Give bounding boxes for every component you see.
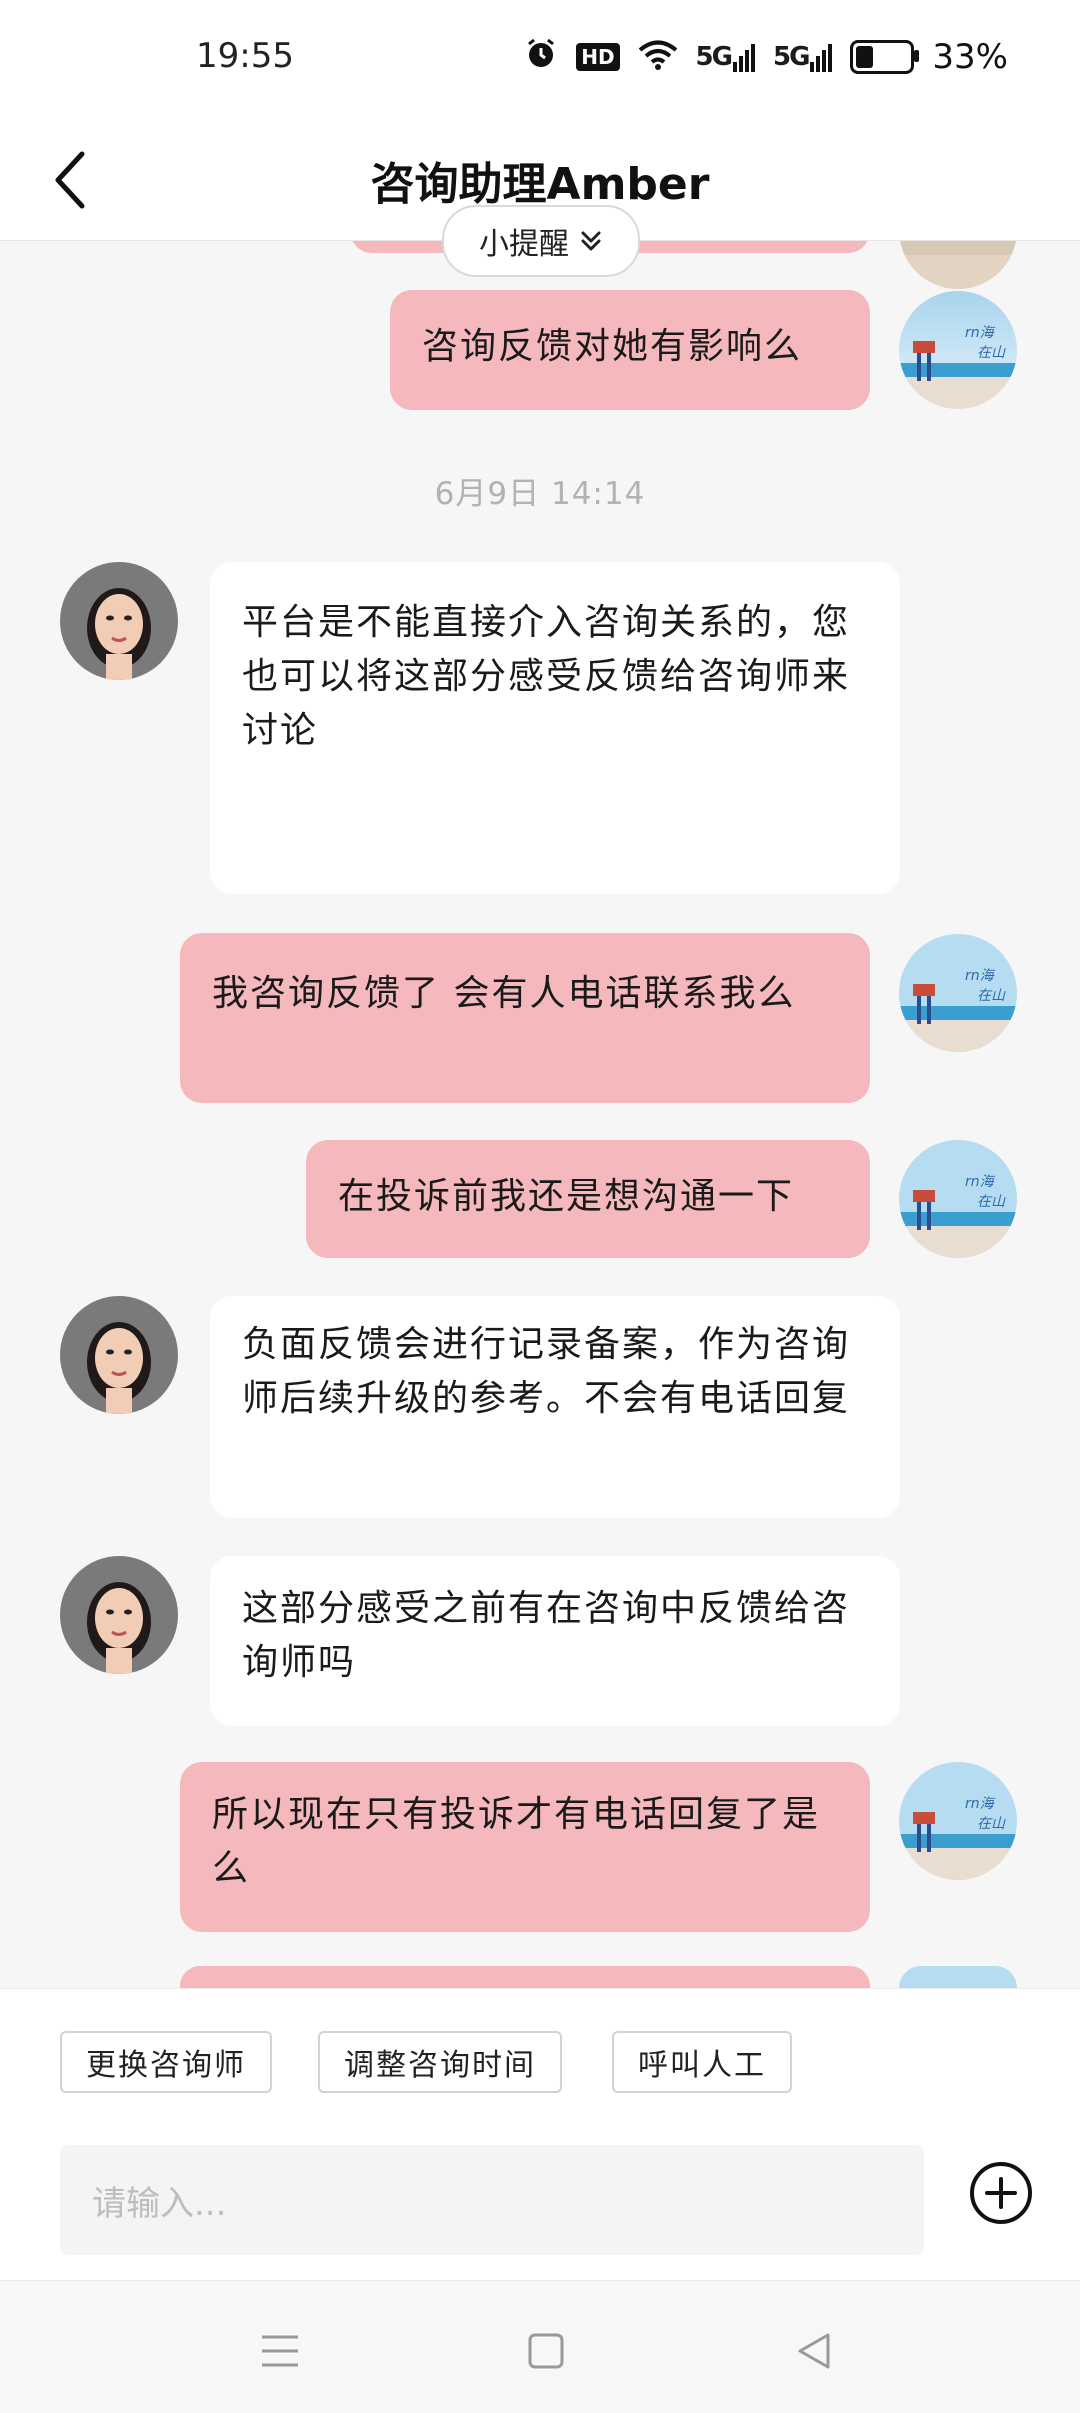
quick-action-change-counselor[interactable]: 更换咨询师 xyxy=(60,2031,272,2093)
svg-text:在山: 在山 xyxy=(977,1194,1006,1210)
message-text: 负面反馈会进行记录备案，作为咨询师后续升级的参考。不会有电话回复 xyxy=(242,1324,851,1419)
quick-action-adjust-time[interactable]: 调整咨询时间 xyxy=(318,2031,562,2093)
nav-menu-button[interactable] xyxy=(250,2321,310,2381)
message-bubble: 负面反馈会进行记录备案，作为咨询师后续升级的参考。不会有电话回复 xyxy=(210,1296,900,1518)
status-icons: HD 5G 5G 33% xyxy=(524,36,1008,78)
alarm-icon xyxy=(524,36,558,78)
assistant-avatar[interactable] xyxy=(60,1556,178,1674)
nav-back-button[interactable] xyxy=(784,2321,844,2381)
svg-text:在山: 在山 xyxy=(977,1816,1006,1832)
add-attachment-button[interactable] xyxy=(970,2162,1032,2224)
message-text: 在投诉前我还是想沟通一下 xyxy=(338,1176,795,1217)
reminder-label: 小提醒 xyxy=(479,227,569,262)
battery-percent: 33% xyxy=(932,37,1008,77)
status-bar: 19:55 HD 5G 5G 33% xyxy=(0,0,1080,120)
svg-text:rn海: rn海 xyxy=(965,325,996,341)
home-square-icon xyxy=(528,2333,564,2369)
back-triangle-icon xyxy=(798,2333,830,2369)
hd-icon: HD xyxy=(576,43,620,71)
svg-text:rn海: rn海 xyxy=(965,1174,996,1190)
message-bubble: 所以现在只有投诉才有电话回复了是么 xyxy=(180,1762,870,1932)
system-nav-bar xyxy=(0,2280,1080,2413)
signal-1-label: 5G xyxy=(695,42,733,72)
message-bubble: 在投诉前我还是想沟通一下 xyxy=(306,1140,870,1258)
message-text: 咨询反馈对她有影响么 xyxy=(422,326,803,367)
status-time: 19:55 xyxy=(196,36,294,76)
my-avatar[interactable]: rn海在山 xyxy=(899,934,1017,1052)
svg-text:rn海: rn海 xyxy=(965,968,996,984)
message-text: 我咨询反馈了 会有人电话联系我么 xyxy=(212,973,796,1014)
message-bubble: 咨询反馈对她有影响么 xyxy=(390,290,870,410)
my-avatar[interactable]: rn海在山 xyxy=(899,1140,1017,1258)
page-title: 咨询助理Amber xyxy=(370,159,710,210)
my-avatar-partial[interactable] xyxy=(899,1966,1017,1988)
composer-panel: 更换咨询师 调整咨询时间 呼叫人工 请输入... xyxy=(0,1988,1080,2281)
my-avatar[interactable]: rn海在山 xyxy=(899,291,1017,409)
message-bubble: 我咨询反馈了 会有人电话联系我么 xyxy=(180,933,870,1103)
reminder-button[interactable]: 小提醒 xyxy=(442,205,640,277)
assistant-avatar[interactable] xyxy=(60,562,178,680)
message-bubble: 平台是不能直接介入咨询关系的，您也可以将这部分感受反馈给咨询师来讨论 xyxy=(210,562,900,894)
svg-text:在山: 在山 xyxy=(977,988,1006,1004)
message-text: 所以现在只有投诉才有电话回复了是么 xyxy=(212,1794,821,1889)
signal-2-label: 5G xyxy=(772,42,810,72)
svg-text:在山: 在山 xyxy=(977,345,1006,361)
message-input[interactable]: 请输入... xyxy=(60,2145,924,2255)
signal-icon-1: 5G xyxy=(696,42,755,72)
my-avatar-partial[interactable] xyxy=(899,241,1017,289)
plus-icon xyxy=(985,2177,1017,2209)
chevron-double-down-icon xyxy=(581,231,601,251)
svg-text:rn海: rn海 xyxy=(965,1796,996,1812)
message-text: 这部分感受之前有在咨询中反馈给咨询师吗 xyxy=(242,1588,851,1683)
signal-icon-2: 5G xyxy=(772,42,833,72)
timestamp: 6月9日 14:14 xyxy=(434,476,646,512)
message-bubble: 这部分感受之前有在咨询中反馈给咨询师吗 xyxy=(210,1556,900,1726)
battery-icon xyxy=(850,40,920,74)
battery-fill xyxy=(856,46,874,68)
message-text: 平台是不能直接介入咨询关系的，您也可以将这部分感受反馈给咨询师来讨论 xyxy=(242,602,851,751)
assistant-avatar[interactable] xyxy=(60,1296,178,1414)
wifi-icon xyxy=(638,39,678,75)
my-avatar[interactable]: rn海在山 xyxy=(899,1762,1017,1880)
quick-action-call-human[interactable]: 呼叫人工 xyxy=(612,2031,792,2093)
menu-icon xyxy=(262,2335,298,2367)
input-placeholder: 请输入... xyxy=(92,2183,227,2224)
nav-home-button[interactable] xyxy=(516,2321,576,2381)
